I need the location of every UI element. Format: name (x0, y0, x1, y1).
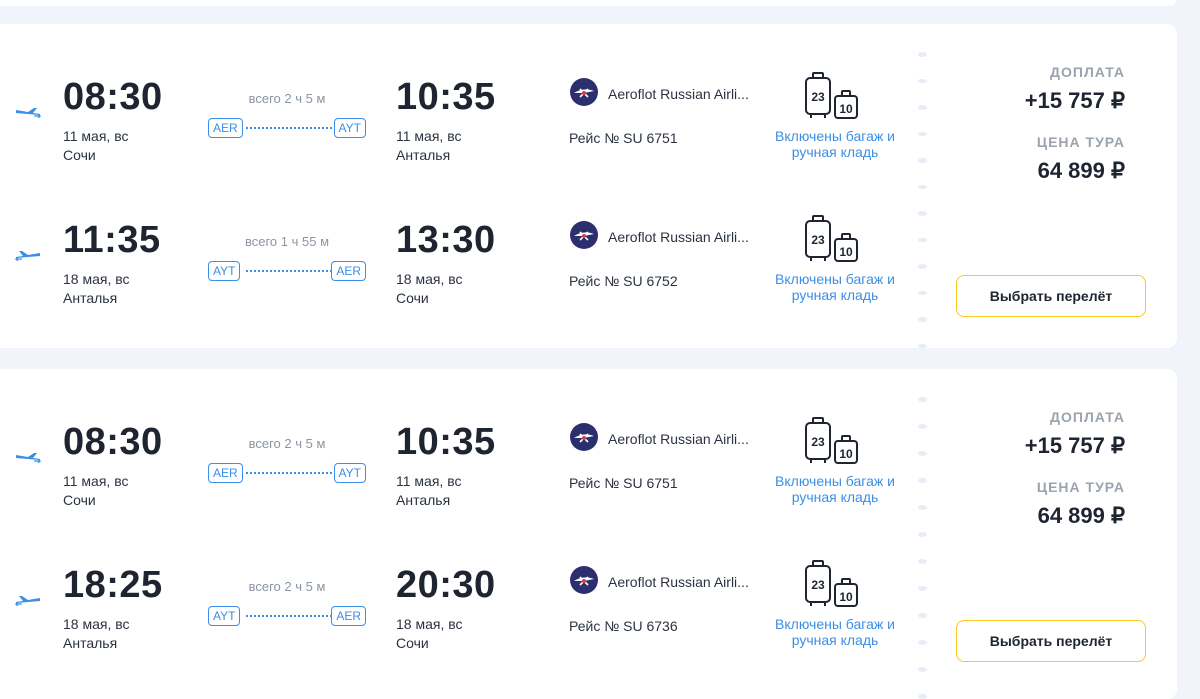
route-dots (246, 270, 332, 272)
route-dots (246, 472, 332, 474)
departure-city: Анталья (63, 635, 118, 651)
from-airport-code: AYT (208, 606, 241, 626)
to-airport-code: AER (331, 261, 366, 281)
tour-price-label: ЦЕНА ТУРА (1036, 134, 1125, 150)
arrival-city: Анталья (396, 492, 451, 508)
baggage-info: Включены багаж и ручная кладь (775, 128, 895, 160)
perforation-divider (917, 369, 927, 699)
arrival-time: 10:35 (396, 421, 496, 463)
price-block: ДОПЛАТА +15 757 ₽ ЦЕНА ТУРА 64 899 ₽ (1025, 409, 1125, 529)
to-airport-code: AYT (333, 118, 366, 138)
to-airport-code: AER (331, 606, 366, 626)
surcharge-value: +15 757 ₽ (1024, 88, 1125, 113)
flight-leg-return: 18:25 18 мая, вс Анталья всего 2 ч 5 м A… (0, 534, 915, 654)
surcharge-label: ДОПЛАТА (1050, 409, 1125, 425)
hand-luggage-weight: 10 (839, 102, 853, 116)
from-airport-code: AER (208, 118, 243, 138)
plane-landing-icon (14, 251, 40, 261)
tour-price-value: 64 899 ₽ (1037, 503, 1125, 528)
route-line: AYT AER (208, 261, 366, 281)
perforation-divider (917, 24, 927, 348)
aeroflot-logo-icon (570, 221, 598, 249)
airline-name: Aeroflot Russian Airli... (608, 229, 749, 245)
flight-duration: всего 2 ч 5 м (248, 91, 326, 106)
route-line: AER AYT (208, 463, 366, 483)
aeroflot-logo-icon (570, 566, 598, 594)
flight-leg-outbound: 08:30 11 мая, вс Сочи всего 2 ч 5 м AER … (0, 391, 915, 511)
baggage-info: Включены багаж и ручная кладь (775, 473, 895, 505)
baggage-weight: 23 (811, 90, 825, 104)
airline-name: Aeroflot Russian Airli... (608, 431, 749, 447)
arrival-date: 18 мая, вс (396, 271, 463, 287)
from-airport-code: AER (208, 463, 243, 483)
arrival-date: 11 мая, вс (396, 473, 462, 489)
hand-luggage-weight: 10 (839, 447, 853, 461)
baggage-info: Включены багаж и ручная кладь (775, 271, 895, 303)
tour-price-value: 64 899 ₽ (1037, 158, 1125, 183)
aeroflot-logo-icon (570, 78, 598, 106)
flight-duration: всего 1 ч 55 м (244, 234, 330, 249)
route-line: AER AYT (208, 118, 366, 138)
from-airport-code: AYT (208, 261, 241, 281)
flight-duration: всего 2 ч 5 м (248, 579, 326, 594)
flight-number: Рейс № SU 6752 (569, 273, 678, 289)
flight-number: Рейс № SU 6751 (569, 130, 678, 146)
arrival-date: 11 мая, вс (396, 128, 462, 144)
departure-time: 08:30 (63, 421, 163, 463)
previous-card-edge (0, 0, 1176, 6)
surcharge-value: +15 757 ₽ (1024, 433, 1125, 458)
plane-landing-icon (14, 596, 40, 606)
route-dots (246, 615, 332, 617)
arrival-time: 13:30 (396, 219, 496, 261)
flight-leg-outbound: 08:30 11 мая, вс Сочи всего 2 ч 5 м AER … (0, 46, 915, 166)
plane-takeoff-icon (16, 453, 42, 463)
departure-date: 11 мая, вс (63, 128, 129, 144)
arrival-time: 10:35 (396, 76, 496, 118)
price-block: ДОПЛАТА +15 757 ₽ ЦЕНА ТУРА 64 899 ₽ (1025, 64, 1125, 184)
arrival-city: Сочи (396, 290, 429, 306)
baggage-weight: 23 (811, 578, 825, 592)
departure-date: 11 мая, вс (63, 473, 129, 489)
surcharge-label: ДОПЛАТА (1050, 64, 1125, 80)
arrival-time: 20:30 (396, 564, 496, 606)
flight-duration: всего 2 ч 5 м (248, 436, 326, 451)
route-dots (246, 127, 332, 129)
flight-offer-card: 08:30 11 мая, вс Сочи всего 2 ч 5 м AER … (0, 369, 1177, 699)
luggage-icon: 23 10 (805, 560, 858, 607)
to-airport-code: AYT (333, 463, 366, 483)
airline-name: Aeroflot Russian Airli... (608, 574, 749, 590)
flight-number: Рейс № SU 6736 (569, 618, 678, 634)
departure-city: Анталья (63, 290, 118, 306)
arrival-city: Анталья (396, 147, 451, 163)
arrival-date: 18 мая, вс (396, 616, 463, 632)
choose-flight-button[interactable]: Выбрать перелёт (956, 275, 1146, 317)
aeroflot-logo-icon (570, 423, 598, 451)
hand-luggage-weight: 10 (839, 590, 853, 604)
arrival-city: Сочи (396, 635, 429, 651)
departure-time: 11:35 (63, 219, 161, 261)
flight-number: Рейс № SU 6751 (569, 475, 678, 491)
departure-city: Сочи (63, 492, 96, 508)
route-line: AYT AER (208, 606, 366, 626)
baggage-weight: 23 (811, 233, 825, 247)
luggage-icon: 23 10 (805, 417, 858, 464)
baggage-info: Включены багаж и ручная кладь (775, 616, 895, 648)
departure-date: 18 мая, вс (63, 616, 130, 632)
plane-takeoff-icon (16, 108, 42, 118)
tour-price-label: ЦЕНА ТУРА (1036, 479, 1125, 495)
departure-time: 18:25 (63, 564, 163, 606)
departure-time: 08:30 (63, 76, 163, 118)
departure-city: Сочи (63, 147, 96, 163)
flight-offer-card: 08:30 11 мая, вс Сочи всего 2 ч 5 м AER … (0, 24, 1177, 348)
hand-luggage-weight: 10 (839, 245, 853, 259)
choose-flight-button[interactable]: Выбрать перелёт (956, 620, 1146, 662)
airline-name: Aeroflot Russian Airli... (608, 86, 749, 102)
flight-leg-return: 11:35 18 мая, вс Анталья всего 1 ч 55 м … (0, 189, 915, 309)
luggage-icon: 23 10 (805, 72, 858, 119)
luggage-icon: 23 10 (805, 215, 858, 262)
departure-date: 18 мая, вс (63, 271, 130, 287)
baggage-weight: 23 (811, 435, 825, 449)
